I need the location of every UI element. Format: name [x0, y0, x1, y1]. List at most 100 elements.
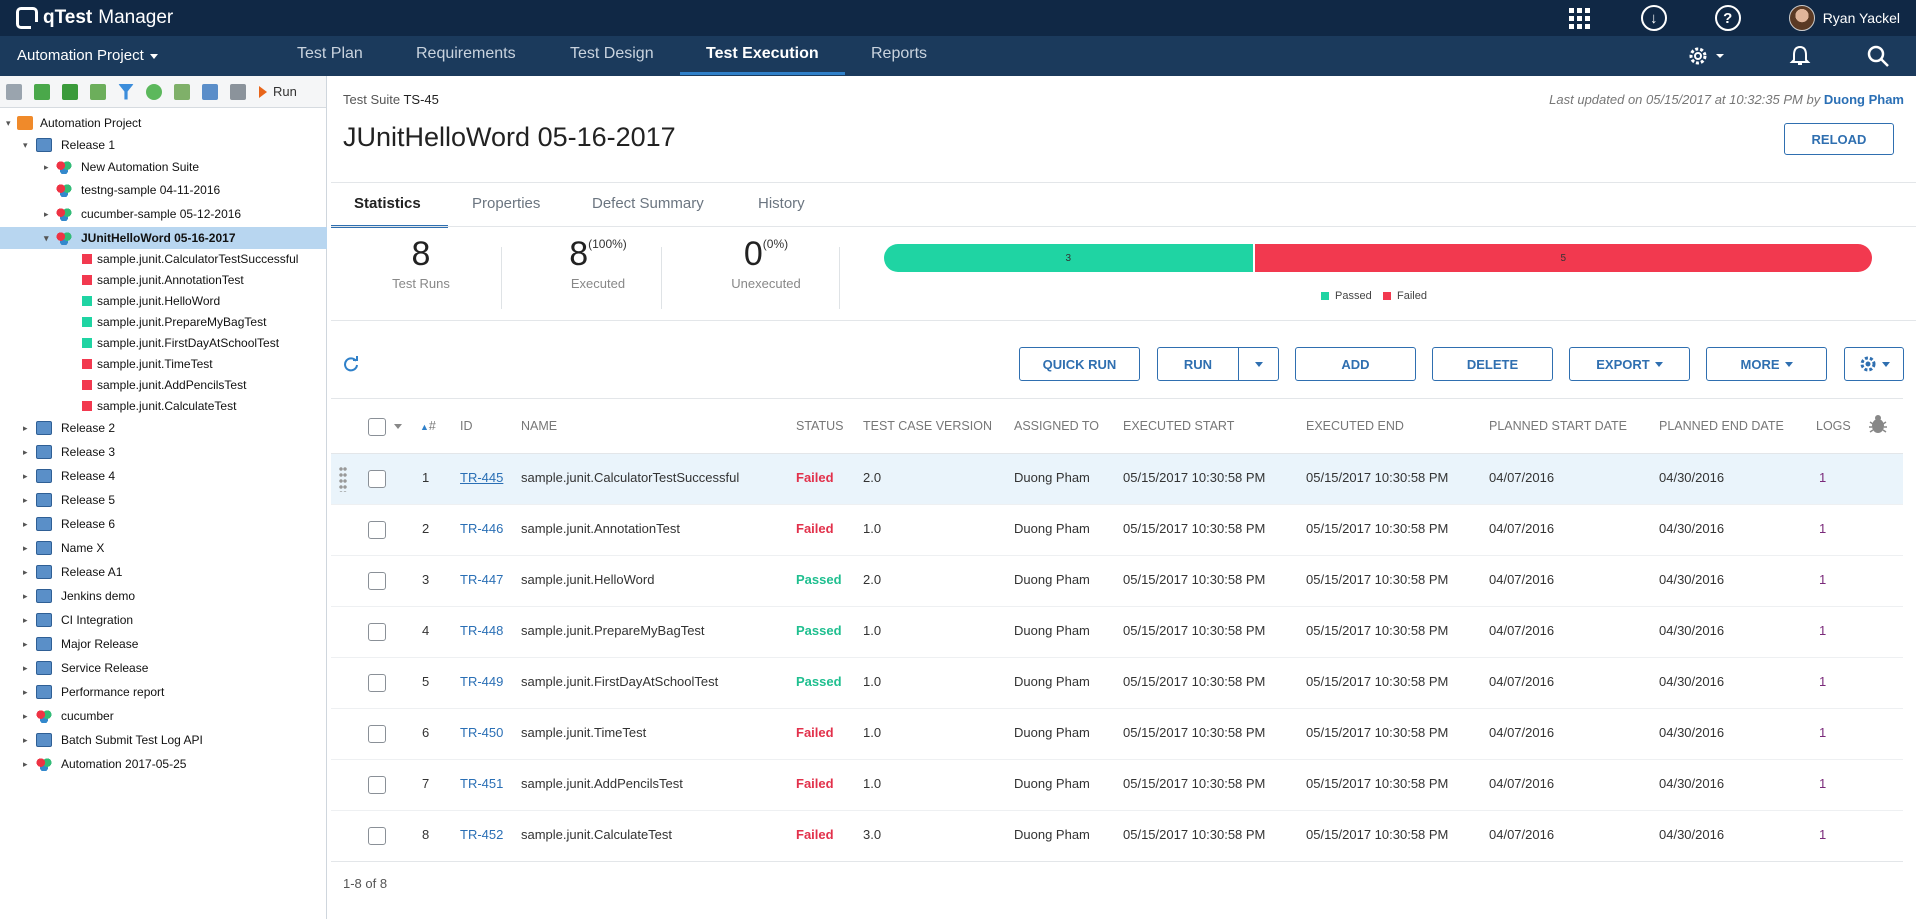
column-header-planned-end[interactable]: PLANNED END DATE [1659, 419, 1784, 433]
failed-segment[interactable]: 5 [1254, 244, 1872, 272]
updated-by-link[interactable]: Duong Pham [1824, 92, 1904, 107]
tree-node-release[interactable]: ▸ CI Integration [0, 609, 327, 631]
run-button[interactable]: Run [259, 84, 297, 99]
tree-node-release[interactable]: ▸ Release A1 [0, 561, 327, 583]
select-menu-chevron-icon[interactable] [394, 424, 402, 429]
expand-icon[interactable]: ▸ [23, 519, 33, 530]
tree-node-release[interactable]: ▸ Release 3 [0, 441, 327, 463]
expand-icon[interactable]: ▸ [23, 735, 33, 746]
test-run-id-link[interactable]: TR-449 [460, 674, 503, 689]
logs-link[interactable]: 1 [1819, 470, 1826, 485]
column-header-assigned[interactable]: ASSIGNED TO [1014, 419, 1099, 433]
tree-icon[interactable] [87, 82, 109, 102]
tree-node-release[interactable]: ▸ Release 6 [0, 513, 327, 535]
tree-node-test-run[interactable]: sample.junit.HelloWord [0, 290, 327, 312]
expand-icon[interactable]: ▸ [23, 423, 33, 434]
refresh-icon[interactable] [343, 356, 359, 377]
table-row[interactable]: 3 TR-447 sample.junit.HelloWord Passed 2.0 Du… [331, 556, 1903, 607]
row-checkbox[interactable] [368, 470, 386, 488]
delete-button[interactable]: DELETE [1432, 347, 1553, 381]
tab-reports[interactable]: Reports [871, 45, 927, 63]
tree-node-suite[interactable]: ▸ New Automation Suite [0, 156, 327, 178]
console-icon[interactable] [227, 82, 249, 102]
tree-node-suite[interactable]: ▸ cucumber-sample 05-12-2016 [0, 203, 327, 225]
test-run-id-link[interactable]: TR-448 [460, 623, 503, 638]
app-logo[interactable]: qTest Manager [16, 5, 173, 31]
column-header-logs[interactable]: LOGS [1816, 419, 1851, 433]
logs-link[interactable]: 1 [1819, 521, 1826, 536]
drag-handle-icon[interactable] [339, 466, 347, 492]
expand-icon[interactable]: ▸ [23, 471, 33, 482]
expand-icon[interactable]: ▸ [23, 687, 33, 698]
collapse-icon[interactable]: ▾ [23, 140, 33, 151]
column-header-name[interactable]: NAME [521, 419, 557, 433]
logs-link[interactable]: 1 [1819, 827, 1826, 842]
expand-icon[interactable]: ▸ [23, 759, 33, 770]
expand-icon[interactable]: ▸ [23, 567, 33, 578]
project-selector[interactable]: Automation Project [17, 47, 158, 64]
tab-statistics[interactable]: Statistics [354, 195, 421, 212]
expand-icon[interactable]: ▸ [23, 711, 33, 722]
export-button[interactable]: EXPORT [1569, 347, 1690, 381]
new-item-icon[interactable] [3, 82, 25, 102]
tab-properties[interactable]: Properties [472, 195, 540, 212]
tab-requirements[interactable]: Requirements [416, 45, 516, 63]
test-run-id-link[interactable]: TR-447 [460, 572, 503, 587]
tree-node-release[interactable]: ▸ Performance report [0, 681, 327, 703]
expand-icon[interactable]: ▸ [44, 209, 54, 220]
select-all-checkbox[interactable] [368, 418, 386, 436]
tree-node-test-run[interactable]: sample.junit.PrepareMyBagTest [0, 311, 327, 333]
tree-node-release[interactable]: ▸ Jenkins demo [0, 585, 327, 607]
up-icon[interactable] [59, 82, 81, 102]
logs-link[interactable]: 1 [1819, 725, 1826, 740]
logs-link[interactable]: 1 [1819, 674, 1826, 689]
grid-icon[interactable] [171, 82, 193, 102]
tree-node-test-run[interactable]: sample.junit.FirstDayAtSchoolTest [0, 332, 327, 354]
tree-node-release[interactable]: ▸ Service Release [0, 657, 327, 679]
refresh-icon[interactable] [143, 82, 165, 102]
tab-test-design[interactable]: Test Design [570, 45, 654, 63]
help-icon[interactable]: ? [1714, 5, 1741, 31]
filter-icon[interactable] [115, 82, 137, 102]
tree-node-release[interactable]: ▸ Automation 2017-05-25 [0, 753, 327, 775]
tree-node-test-run[interactable]: sample.junit.TimeTest [0, 353, 327, 375]
row-checkbox[interactable] [368, 623, 386, 641]
tab-history[interactable]: History [758, 195, 805, 212]
expand-icon[interactable]: ▸ [23, 615, 33, 626]
table-row[interactable]: 4 TR-448 sample.junit.PrepareMyBagTest Pass… [331, 607, 1903, 658]
expand-icon[interactable]: ▸ [23, 663, 33, 674]
test-run-id-link[interactable]: TR-452 [460, 827, 503, 842]
table-row[interactable]: 1 TR-445 sample.junit.CalculatorTestSucces… [331, 454, 1903, 505]
move-icon[interactable] [31, 82, 53, 102]
expand-icon[interactable]: ▸ [23, 543, 33, 554]
test-run-id-link[interactable]: TR-445 [460, 470, 503, 485]
expand-icon[interactable]: ▸ [44, 162, 54, 173]
run-dropdown-chevron-icon[interactable] [1238, 348, 1278, 380]
column-settings-gear-icon[interactable] [1844, 347, 1904, 381]
expand-icon[interactable]: ▸ [23, 495, 33, 506]
tab-test-plan[interactable]: Test Plan [297, 45, 363, 63]
test-run-id-link[interactable]: TR-450 [460, 725, 503, 740]
tree-node-release[interactable]: ▸ Major Release [0, 633, 327, 655]
settings-gear-icon[interactable] [1686, 44, 1726, 73]
add-button[interactable]: ADD [1295, 347, 1416, 381]
tree-node-test-run[interactable]: sample.junit.AnnotationTest [0, 269, 327, 291]
table-row[interactable]: 2 TR-446 sample.junit.AnnotationTest Failed… [331, 505, 1903, 556]
tree-node-root[interactable]: ▾ Automation Project [0, 112, 327, 134]
column-header-executed-start[interactable]: EXECUTED START [1123, 419, 1234, 433]
tab-defect-summary[interactable]: Defect Summary [592, 195, 704, 212]
expand-icon[interactable]: ▸ [23, 639, 33, 650]
table-row[interactable]: 7 TR-451 sample.junit.AddPencilsTest Failed… [331, 760, 1903, 811]
column-header-id[interactable]: ID [460, 419, 473, 433]
logs-link[interactable]: 1 [1819, 572, 1826, 587]
row-checkbox[interactable] [368, 674, 386, 692]
notification-bell-icon[interactable] [1788, 44, 1812, 73]
column-header-planned-start[interactable]: PLANNED START DATE [1489, 419, 1627, 433]
tree-node-release[interactable]: ▸ Release 4 [0, 465, 327, 487]
collapse-icon[interactable]: ▾ [44, 233, 54, 244]
column-header-number[interactable]: ▲# [420, 419, 436, 433]
apps-grid-icon[interactable] [1567, 5, 1593, 31]
tree-node-test-run[interactable]: sample.junit.CalculateTest [0, 395, 327, 417]
logs-link[interactable]: 1 [1819, 623, 1826, 638]
tree-node-release-1[interactable]: ▾ Release 1 [0, 134, 327, 156]
